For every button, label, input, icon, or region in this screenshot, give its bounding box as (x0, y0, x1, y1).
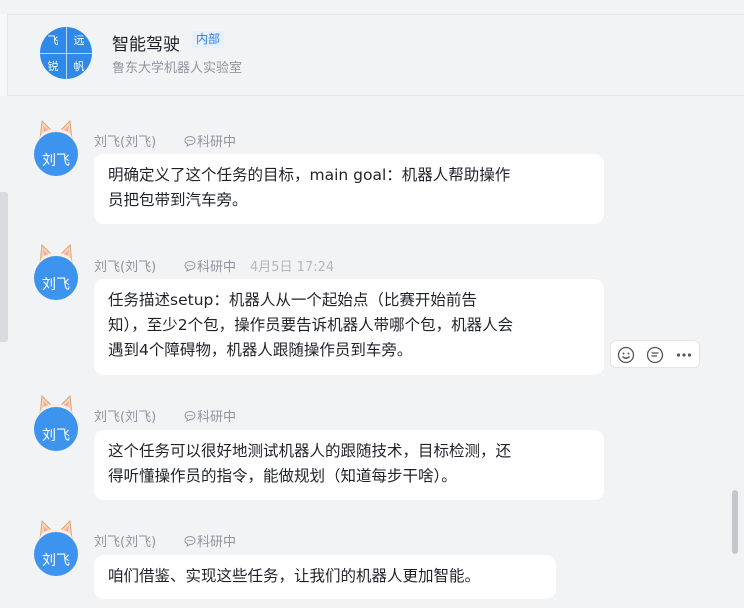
sender-avatar[interactable]: 刘飞 (34, 119, 78, 176)
chat-bubble-icon (184, 535, 196, 547)
more-button[interactable] (674, 345, 694, 365)
chat-bubble-icon (184, 410, 196, 422)
reply-icon (646, 346, 664, 364)
avatar-initials: 刘飞 (34, 407, 78, 451)
logo-char: 帆 (73, 60, 85, 73)
logo-char: 锐 (47, 60, 59, 73)
message-line: 知），至少2个包，操作员要告诉机器人带哪个包，机器人会 (108, 316, 514, 334)
status-tag-label: 科研中 (197, 135, 237, 150)
chat-header: 飞 远 锐 帆 智能驾驶 内部 鲁东大学机器人实验室 (0, 0, 744, 96)
more-icon (676, 353, 692, 357)
message-line: 遇到4个障碍物，机器人跟随操作员到车旁。 (108, 341, 413, 359)
status-tag: 科研中 (184, 256, 236, 275)
message-line: 咱们借鉴、实现这些任务，让我们的机器人更加智能。 (108, 567, 481, 585)
top-divider (0, 14, 744, 15)
group-name[interactable]: 智能驾驶 (112, 30, 180, 55)
sender-name[interactable]: 刘飞(刘飞) (94, 406, 156, 425)
avatar-initials: 刘飞 (34, 256, 78, 300)
sender-avatar[interactable]: 刘飞 (34, 519, 78, 576)
message-bubble[interactable]: 这个任务可以很好地测试机器人的跟随技术，目标检测，还 得听懂操作员的指令，能做规… (94, 430, 604, 500)
message-bubble[interactable]: 明确定义了这个任务的目标，main goal：机器人帮助操作 员把包带到汽车旁。 (94, 154, 604, 224)
status-tag-label: 科研中 (197, 410, 237, 425)
logo-char: 飞 (47, 34, 59, 47)
message-hover-toolbar (610, 340, 700, 368)
status-tag: 科研中 (184, 531, 236, 550)
chat-bubble-icon (184, 260, 196, 272)
message-line: 员把包带到汽车旁。 (108, 191, 248, 209)
message-line: 这个任务可以很好地测试机器人的跟随技术，目标检测，还 (108, 442, 512, 460)
status-tag: 科研中 (184, 406, 236, 425)
sender-avatar[interactable]: 刘飞 (34, 394, 78, 451)
sender-name[interactable]: 刘飞(刘飞) (94, 256, 156, 275)
emoji-reaction-button[interactable] (616, 345, 636, 365)
sender-name[interactable]: 刘飞(刘飞) (94, 531, 156, 550)
scrollbar-thumb[interactable] (732, 490, 738, 554)
group-organization: 鲁东大学机器人实验室 (112, 61, 243, 76)
sender-avatar[interactable]: 刘飞 (34, 243, 78, 300)
left-scroll-indicator (0, 192, 8, 342)
logo-char: 远 (73, 34, 85, 47)
message-line: 任务描述setup：机器人从一个起始点（比赛开始前告 (108, 291, 477, 309)
message-line: 得听懂操作员的指令，能做规划（知道每步干啥）。 (108, 467, 457, 485)
left-rail (0, 14, 8, 96)
status-tag: 科研中 (184, 131, 236, 150)
logo-divider (65, 27, 67, 79)
status-tag-label: 科研中 (197, 535, 237, 550)
status-tag-label: 科研中 (197, 260, 237, 275)
message-line: 明确定义了这个任务的目标，main goal：机器人帮助操作 (108, 166, 511, 184)
message-bubble[interactable]: 任务描述setup：机器人从一个起始点（比赛开始前告 知），至少2个包，操作员要… (94, 279, 604, 375)
emoji-reaction-icon (617, 346, 635, 364)
message-timestamp: 4月5日 17:24 (250, 260, 335, 275)
group-avatar[interactable]: 飞 远 锐 帆 (40, 27, 92, 79)
internal-badge: 内部 (192, 31, 225, 48)
sender-name[interactable]: 刘飞(刘飞) (94, 131, 156, 150)
chat-bubble-icon (184, 135, 196, 147)
reply-button[interactable] (645, 345, 665, 365)
avatar-initials: 刘飞 (34, 132, 78, 176)
avatar-initials: 刘飞 (34, 532, 78, 576)
message-bubble[interactable]: 咱们借鉴、实现这些任务，让我们的机器人更加智能。 (94, 555, 556, 599)
